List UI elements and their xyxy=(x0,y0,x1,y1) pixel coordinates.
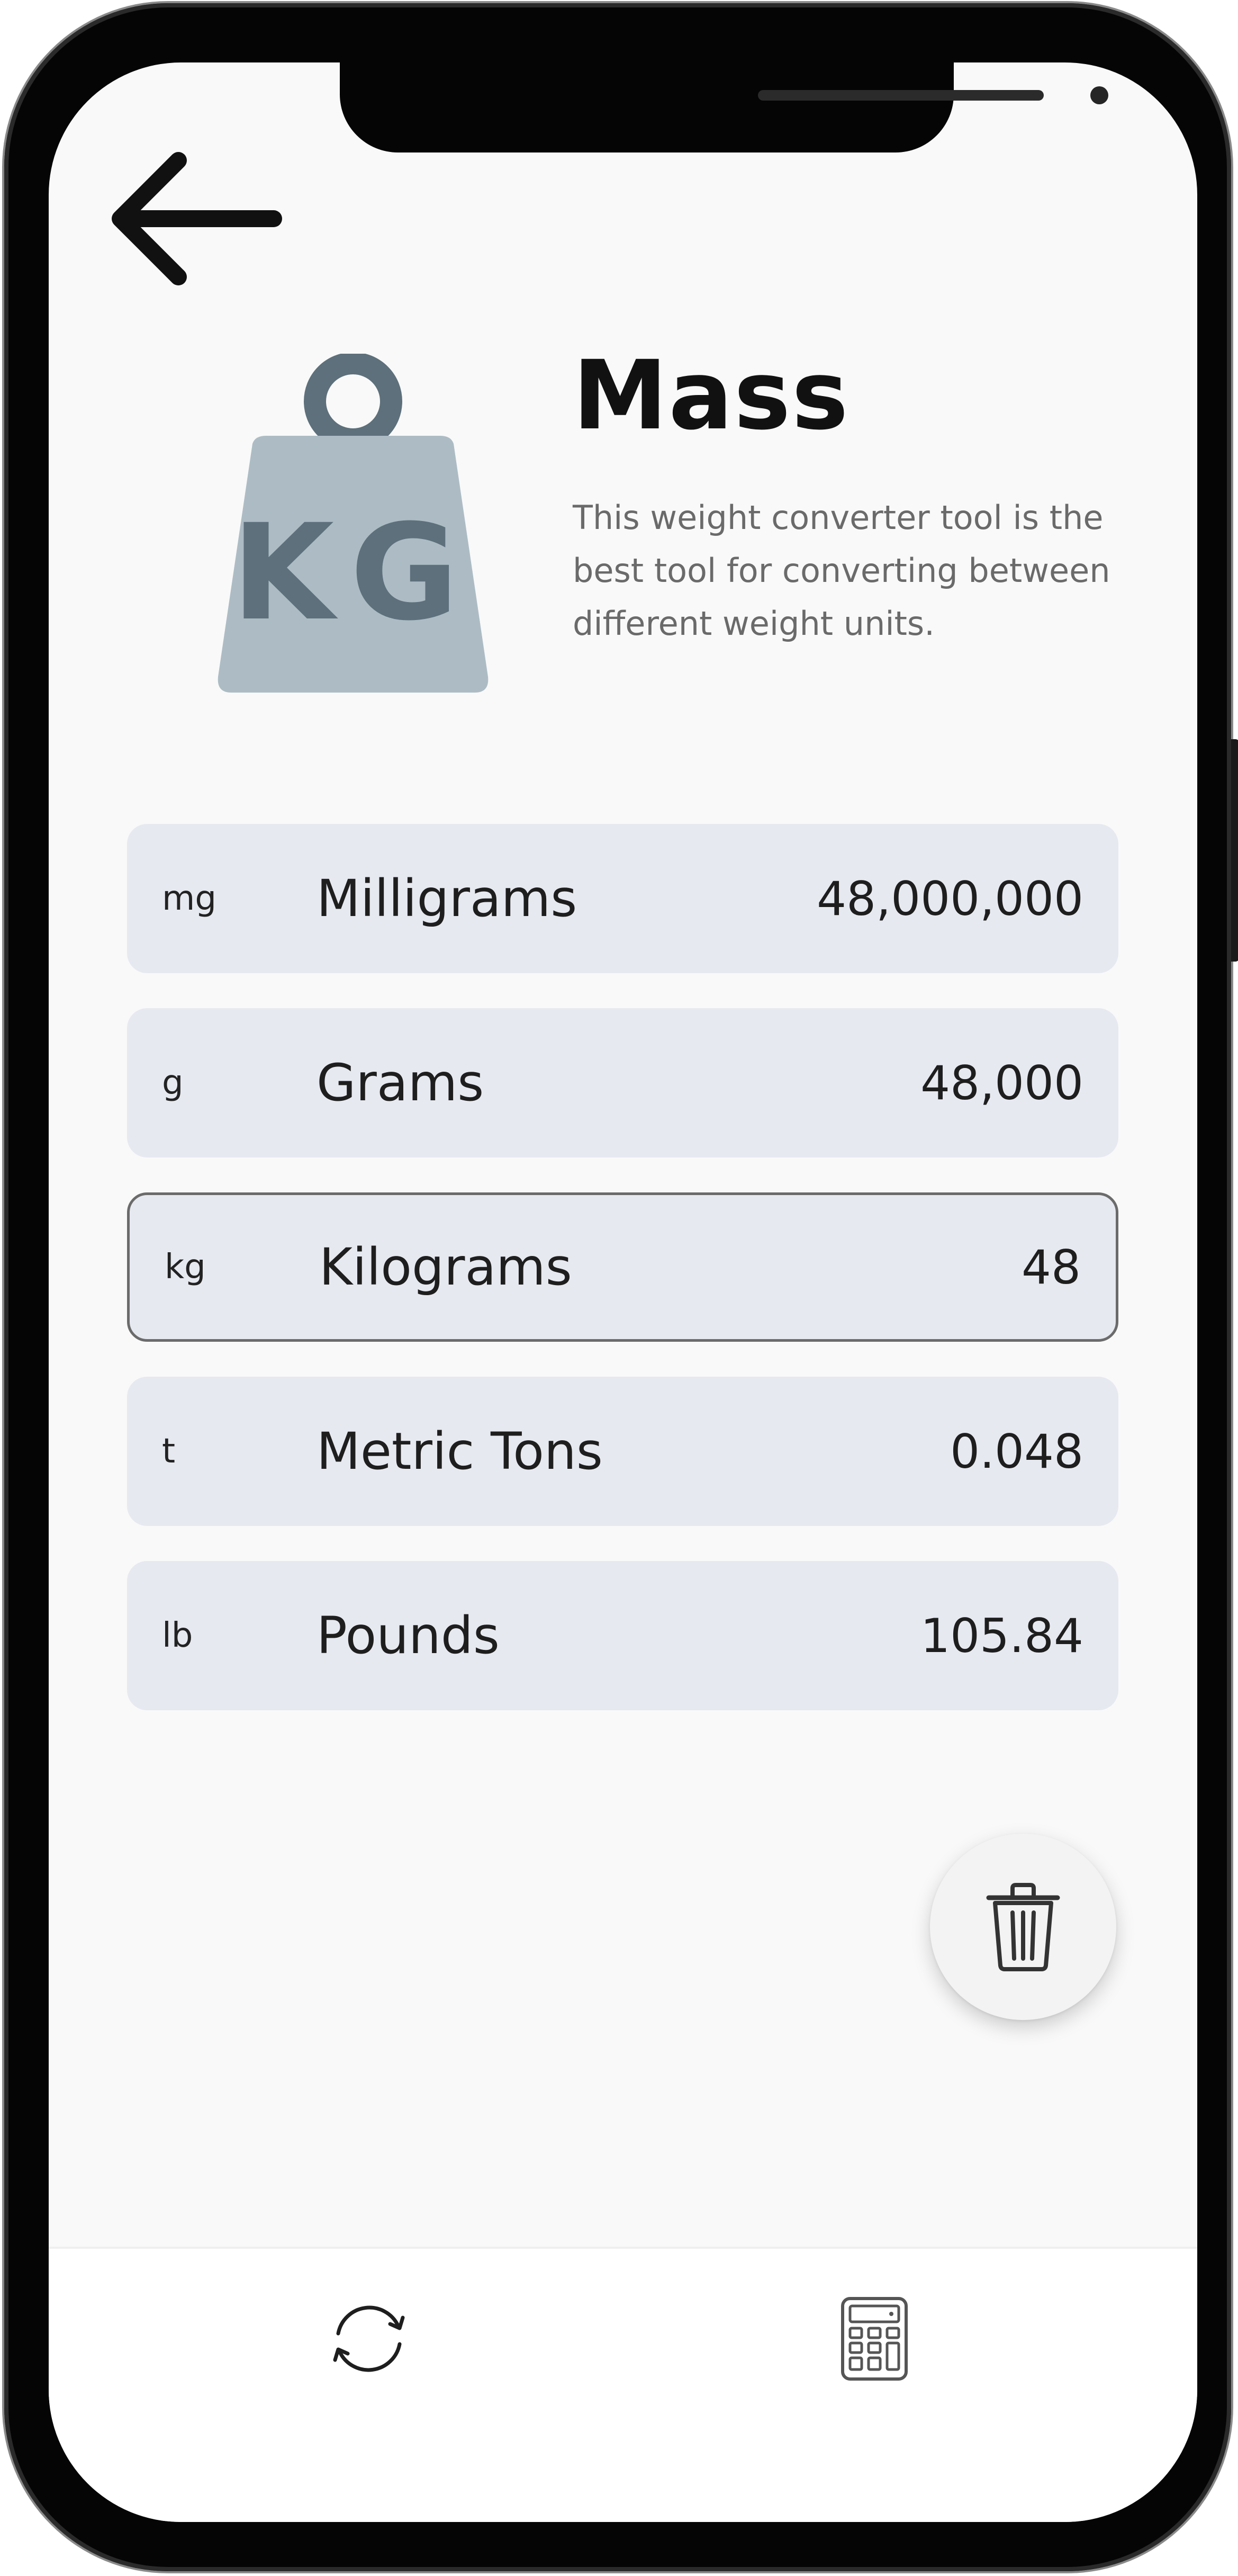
unit-name: Metric Tons xyxy=(317,1422,603,1481)
unit-row-grams[interactable]: g Grams 48,000 xyxy=(127,1008,1118,1157)
unit-value: 105.84 xyxy=(920,1608,1083,1663)
unit-row-metric-tons[interactable]: t Metric Tons 0.048 xyxy=(127,1377,1118,1526)
phone-side-button xyxy=(1231,739,1238,962)
bottom-navigation xyxy=(49,2247,1197,2522)
unit-abbreviation: g xyxy=(162,1063,184,1102)
delete-button[interactable] xyxy=(930,1834,1116,2020)
unit-value: 0.048 xyxy=(950,1424,1083,1479)
calculator-icon xyxy=(841,2297,908,2381)
unit-abbreviation: mg xyxy=(162,879,216,918)
unit-row-pounds[interactable]: lb Pounds 105.84 xyxy=(127,1561,1118,1710)
page-title: Mass xyxy=(573,340,850,451)
unit-row-kilograms[interactable]: kg Kilograms 48 xyxy=(127,1192,1118,1342)
speaker-grille xyxy=(758,90,1044,101)
unit-value: 48,000,000 xyxy=(817,871,1083,926)
arrow-left-icon xyxy=(112,152,282,285)
unit-name: Pounds xyxy=(317,1606,500,1665)
kg-weight-icon: KG xyxy=(178,352,528,714)
unit-abbreviation: kg xyxy=(165,1247,206,1287)
app-screen: KG Mass This weight converter tool is th… xyxy=(49,62,1197,2522)
unit-name: Milligrams xyxy=(317,869,577,928)
unit-abbreviation: lb xyxy=(162,1616,193,1655)
unit-name: Kilograms xyxy=(319,1237,572,1297)
unit-abbreviation: t xyxy=(162,1432,176,1471)
phone-notch xyxy=(340,62,1108,152)
kg-label: KG xyxy=(232,496,475,650)
convert-refresh-icon xyxy=(333,2305,405,2372)
front-camera xyxy=(1090,86,1108,104)
trash-icon xyxy=(986,1883,1060,1971)
unit-list: mg Milligrams 48,000,000 g Grams 48,000 … xyxy=(127,824,1118,1745)
unit-value: 48 xyxy=(1022,1240,1081,1295)
unit-value: 48,000 xyxy=(920,1055,1083,1110)
unit-name: Grams xyxy=(317,1053,484,1112)
phone-frame: KG Mass This weight converter tool is th… xyxy=(4,3,1238,2571)
back-button[interactable] xyxy=(99,139,290,298)
nav-convert-button[interactable] xyxy=(316,2286,422,2392)
page-description: This weight converter tool is the best t… xyxy=(573,498,1110,643)
nav-calculator-button[interactable] xyxy=(821,2286,927,2392)
unit-row-milligrams[interactable]: mg Milligrams 48,000,000 xyxy=(127,824,1118,973)
